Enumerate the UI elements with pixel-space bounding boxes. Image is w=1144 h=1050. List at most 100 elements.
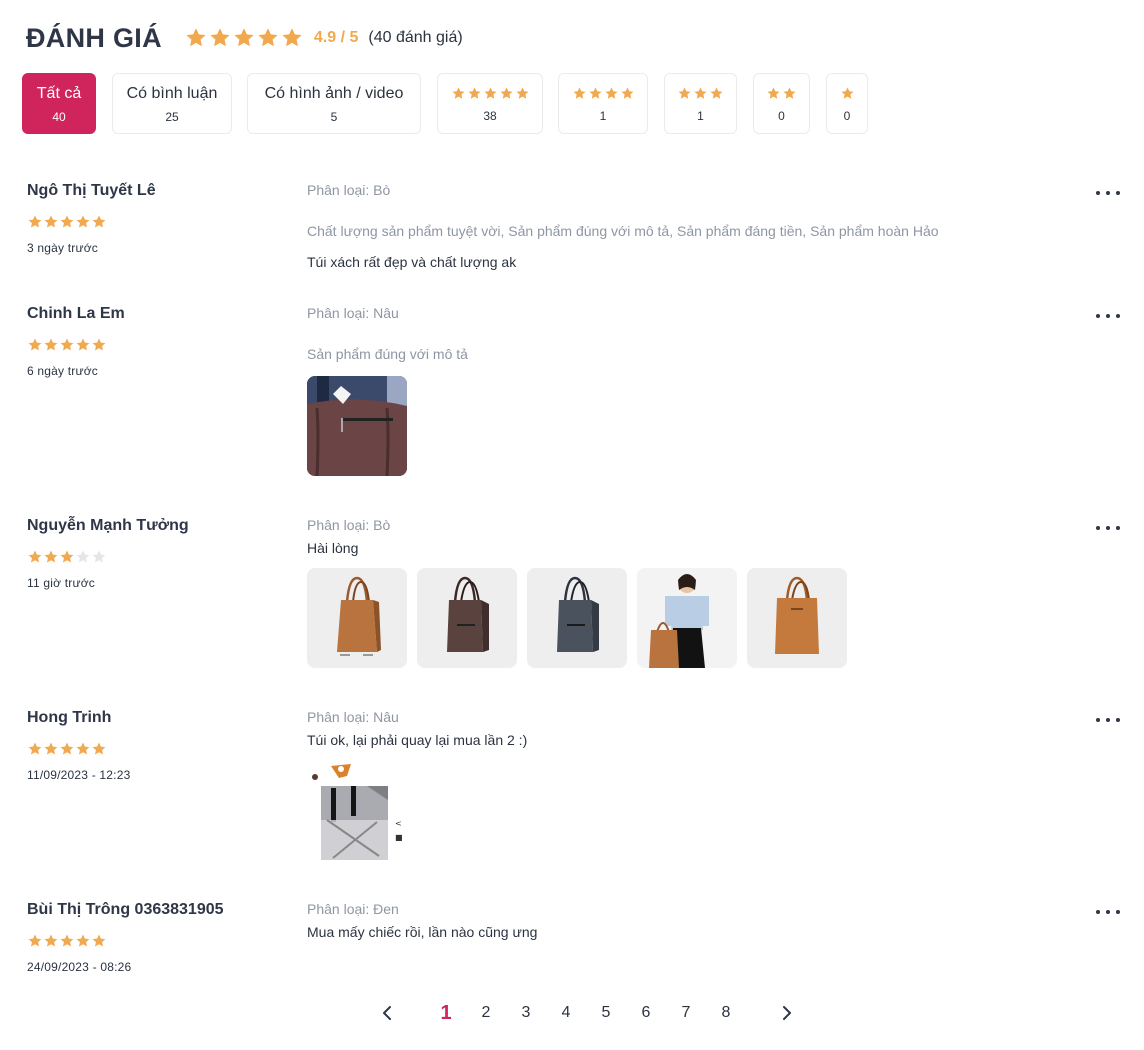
filter-with-comment[interactable]: Có bình luận 25 bbox=[112, 73, 232, 134]
filter-count: 1 bbox=[599, 108, 607, 123]
review-tags: Sản phẩm đúng với mô tả bbox=[307, 346, 468, 362]
review-photos bbox=[307, 376, 417, 476]
star-filled-icon bbox=[468, 87, 480, 99]
star-filled-icon bbox=[186, 28, 206, 47]
more-options-button[interactable] bbox=[1094, 520, 1122, 536]
page-4[interactable]: 4 bbox=[556, 1000, 576, 1026]
review-photo-bag-in-plastic[interactable]: < ■ bbox=[307, 760, 407, 860]
reviews-header: ĐÁNH GIÁ 4.9 / 5 (40 đánh giá) bbox=[26, 18, 463, 58]
review-photo-grey-tote[interactable] bbox=[527, 568, 627, 668]
filter-5-stars[interactable]: 38 bbox=[437, 73, 543, 134]
filter-stars bbox=[839, 85, 855, 103]
star-filled-icon bbox=[60, 550, 74, 563]
filter-count: 25 bbox=[165, 109, 179, 124]
review-photos: < ■ bbox=[307, 760, 417, 860]
review-variant: Phân loại: Đen bbox=[307, 901, 399, 917]
review-stars bbox=[27, 549, 107, 565]
filter-stars bbox=[450, 85, 530, 103]
star-filled-icon bbox=[484, 87, 496, 99]
review-date: 11/09/2023 - 12:23 bbox=[27, 768, 131, 782]
chevron-left-icon[interactable] bbox=[378, 1004, 396, 1022]
review-text: Mua mấy chiếc rồi, lần nào cũng ưng bbox=[307, 924, 538, 940]
page-7[interactable]: 7 bbox=[676, 1000, 696, 1026]
filter-label: Có bình luận bbox=[126, 84, 218, 102]
star-filled-icon bbox=[60, 742, 74, 755]
star-filled-icon bbox=[500, 87, 512, 99]
filter-count: 38 bbox=[483, 108, 497, 123]
star-empty-icon bbox=[92, 550, 106, 563]
star-filled-icon bbox=[92, 338, 106, 351]
filter-stars bbox=[766, 85, 798, 103]
page-2[interactable]: 2 bbox=[476, 1000, 496, 1026]
star-filled-icon bbox=[44, 215, 58, 228]
review-photo-brown-bag-closeup[interactable] bbox=[307, 376, 407, 476]
review-variant: Phân loại: Nâu bbox=[307, 305, 399, 321]
review-photo-tan-tote[interactable] bbox=[307, 568, 407, 668]
review-date: 11 giờ trước bbox=[27, 576, 95, 590]
filter-stars bbox=[677, 85, 725, 103]
review-text: Túi xách rất đẹp và chất lượng ak bbox=[307, 254, 517, 270]
filter-count: 0 bbox=[778, 108, 785, 123]
review-date: 24/09/2023 - 08:26 bbox=[27, 960, 132, 974]
review-photos bbox=[307, 568, 857, 668]
filter-stars bbox=[571, 85, 635, 103]
filter-count: 5 bbox=[330, 109, 338, 124]
star-filled-icon bbox=[234, 28, 254, 47]
review-variant: Phân loại: Bò bbox=[307, 517, 391, 533]
filter-count: 40 bbox=[52, 109, 66, 124]
more-options-button[interactable] bbox=[1094, 185, 1122, 201]
star-filled-icon bbox=[60, 215, 74, 228]
star-filled-icon bbox=[28, 215, 42, 228]
filter-all[interactable]: Tất cả 40 bbox=[22, 73, 96, 134]
star-filled-icon bbox=[28, 338, 42, 351]
more-options-button[interactable] bbox=[1094, 308, 1122, 324]
reviewer-name: Bùi Thị Trông 0363831905 bbox=[27, 901, 224, 918]
star-filled-icon bbox=[28, 550, 42, 563]
review-photo-dark-brown-tote[interactable] bbox=[417, 568, 517, 668]
more-options-button[interactable] bbox=[1094, 904, 1122, 920]
review-stars bbox=[27, 337, 107, 353]
svg-text:■: ■ bbox=[395, 833, 403, 842]
more-options-button[interactable] bbox=[1094, 712, 1122, 728]
star-filled-icon bbox=[767, 87, 780, 99]
review-date: 3 ngày trước bbox=[27, 241, 98, 255]
page-8[interactable]: 8 bbox=[716, 1000, 736, 1026]
filter-with-media[interactable]: Có hình ảnh / video 5 bbox=[247, 73, 421, 134]
filter-2-stars[interactable]: 0 bbox=[753, 73, 810, 134]
star-filled-icon bbox=[783, 87, 796, 99]
star-filled-icon bbox=[621, 87, 633, 99]
star-filled-icon bbox=[28, 742, 42, 755]
star-filled-icon bbox=[678, 87, 691, 99]
chevron-right-icon[interactable] bbox=[778, 1004, 796, 1022]
star-filled-icon bbox=[92, 742, 106, 755]
review-filters: Tất cả 40 Có bình luận 25 Có hình ảnh / … bbox=[22, 73, 884, 134]
filter-count: 0 bbox=[843, 108, 851, 123]
review-stars bbox=[27, 214, 107, 230]
review-photo-model-with-tote[interactable] bbox=[637, 568, 737, 668]
filter-3-stars[interactable]: 1 bbox=[664, 73, 737, 134]
page-6[interactable]: 6 bbox=[636, 1000, 656, 1026]
star-empty-icon bbox=[76, 550, 90, 563]
average-rating-stars bbox=[184, 26, 304, 50]
filter-1-star[interactable]: 0 bbox=[826, 73, 868, 134]
star-filled-icon bbox=[258, 28, 278, 47]
star-filled-icon bbox=[841, 87, 853, 99]
section-title: ĐÁNH GIÁ bbox=[26, 22, 162, 53]
filter-label: Có hình ảnh / video bbox=[264, 84, 404, 102]
pagination: 1 2 3 4 5 6 7 8 bbox=[370, 1000, 810, 1026]
page-3[interactable]: 3 bbox=[516, 1000, 536, 1026]
filter-4-stars[interactable]: 1 bbox=[558, 73, 648, 134]
star-filled-icon bbox=[44, 550, 58, 563]
star-filled-icon bbox=[76, 338, 90, 351]
star-filled-icon bbox=[710, 87, 723, 99]
review-variant: Phân loại: Nâu bbox=[307, 709, 399, 725]
star-filled-icon bbox=[605, 87, 617, 99]
review-photo-orange-tote[interactable] bbox=[747, 568, 847, 668]
review-variant: Phân loại: Bò bbox=[307, 182, 391, 198]
star-filled-icon bbox=[76, 742, 90, 755]
star-filled-icon bbox=[60, 934, 74, 947]
star-filled-icon bbox=[28, 934, 42, 947]
page-5[interactable]: 5 bbox=[596, 1000, 616, 1026]
star-filled-icon bbox=[44, 934, 58, 947]
page-1[interactable]: 1 bbox=[436, 1000, 456, 1026]
